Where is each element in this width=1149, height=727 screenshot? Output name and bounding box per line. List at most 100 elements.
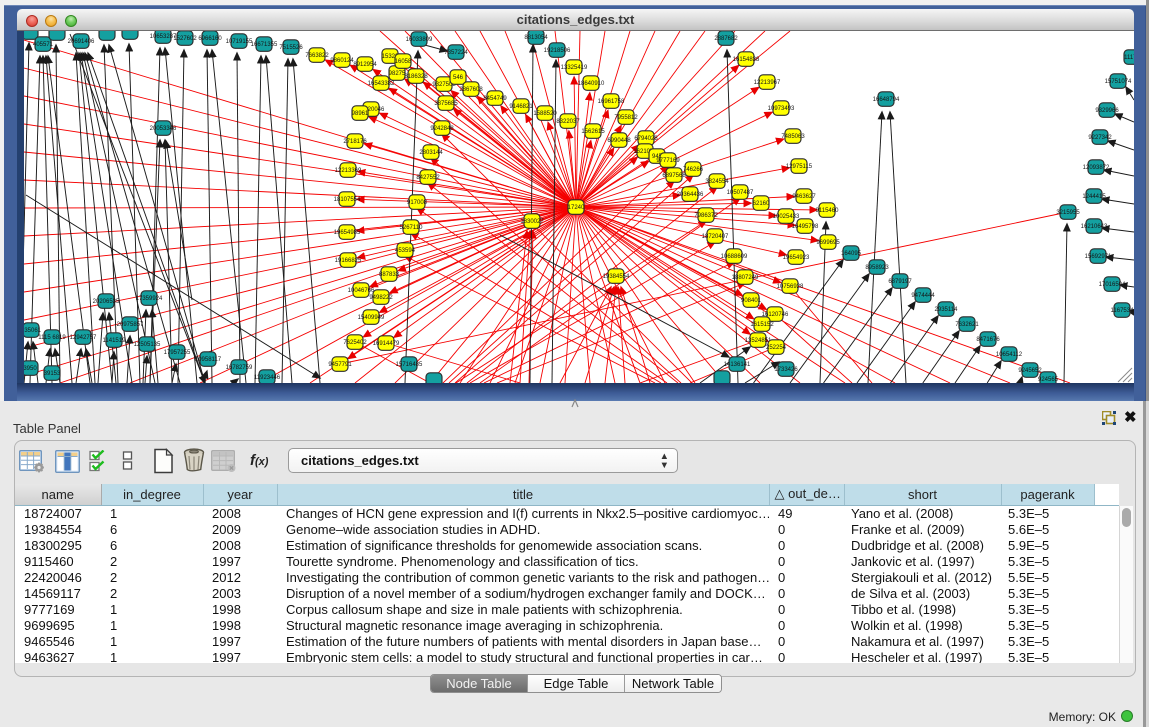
svg-text:7955812: 7955812	[614, 115, 638, 121]
svg-text:3215955: 3215955	[1056, 210, 1080, 216]
svg-text:7986372: 7986372	[694, 213, 718, 219]
svg-text:16033809: 16033809	[406, 37, 433, 43]
svg-text:9146821: 9146821	[509, 104, 533, 110]
svg-text:9474444: 9474444	[911, 293, 935, 299]
svg-text:10958117: 10958117	[195, 357, 222, 363]
svg-text:3950: 3950	[24, 366, 37, 372]
svg-text:16961758: 16961758	[598, 99, 625, 105]
svg-text:1588520: 1588520	[533, 111, 557, 117]
svg-text:8322037: 8322037	[556, 119, 580, 125]
svg-text:16782759: 16782759	[226, 365, 253, 371]
svg-text:453594: 453594	[395, 248, 416, 254]
svg-text:7515526: 7515526	[279, 45, 303, 51]
svg-text:19654985: 19654985	[334, 230, 361, 236]
svg-text:917008: 917008	[407, 200, 428, 206]
svg-text:18720407: 18720407	[702, 234, 729, 240]
svg-text:15409949: 15409949	[358, 315, 385, 321]
svg-text:252254: 252254	[766, 345, 787, 351]
svg-text:16495798: 16495798	[792, 224, 819, 230]
svg-text:62160: 62160	[753, 201, 770, 207]
svg-text:9457791: 9457791	[328, 362, 352, 368]
svg-text:12213967: 12213967	[754, 80, 781, 86]
svg-text:39153: 39153	[44, 371, 61, 377]
svg-text:6966160: 6966160	[198, 36, 222, 42]
svg-text:10046766: 10046766	[348, 288, 375, 294]
svg-text:9699695: 9699695	[816, 240, 840, 246]
svg-text:8912954: 8912954	[353, 62, 377, 68]
svg-text:14136141: 14136141	[724, 362, 751, 368]
svg-text:10719155: 10719155	[226, 39, 253, 45]
svg-text:9329966: 9329966	[1095, 108, 1119, 114]
svg-text:9463627: 9463627	[792, 194, 816, 200]
svg-text:20206535: 20206535	[93, 299, 120, 305]
svg-text:20975857: 20975857	[117, 322, 144, 328]
svg-text:164095: 164095	[841, 251, 862, 257]
svg-text:10654112: 10654112	[996, 352, 1023, 358]
svg-text:8454749: 8454749	[483, 96, 507, 102]
svg-text:12942757: 12942757	[70, 335, 97, 341]
svg-text:20053346: 20053346	[150, 126, 177, 132]
svg-text:9245652: 9245652	[1018, 368, 1042, 374]
svg-text:1562615: 1562615	[581, 129, 605, 135]
svg-text:3824554: 3824554	[705, 179, 729, 185]
svg-text:6794028: 6794028	[634, 136, 658, 142]
svg-text:10973493: 10973493	[768, 106, 795, 112]
svg-text:17957255: 17957255	[164, 350, 191, 356]
svg-text:13325419: 13325419	[561, 65, 588, 71]
svg-text:18807249: 18807249	[732, 275, 759, 281]
svg-text:16058: 16058	[395, 59, 412, 65]
svg-text:11923446: 11923446	[254, 375, 281, 381]
svg-text:10688609: 10688609	[721, 254, 748, 260]
svg-text:887833: 887833	[379, 272, 400, 278]
svg-text:16914479: 16914479	[373, 341, 400, 347]
svg-text:9115460: 9115460	[816, 208, 840, 214]
svg-text:9777169: 9777169	[656, 158, 680, 164]
svg-text:7485063: 7485063	[781, 134, 805, 140]
svg-text:15716485: 15716485	[396, 362, 423, 368]
svg-text:8958923: 8958923	[865, 265, 889, 271]
svg-text:9860124: 9860124	[330, 58, 354, 64]
svg-text:11172: 11172	[1124, 55, 1134, 61]
svg-text:15751074: 15751074	[1105, 79, 1132, 85]
svg-text:10507487: 10507487	[727, 190, 754, 196]
svg-text:16671355: 16671355	[251, 42, 278, 48]
svg-text:17240: 17240	[568, 205, 585, 211]
svg-text:12093872: 12093872	[1083, 165, 1110, 171]
svg-text:2867608: 2867608	[459, 87, 483, 93]
svg-text:20364436: 20364436	[677, 192, 704, 198]
svg-text:6897568: 6897568	[662, 173, 686, 179]
svg-text:1733426: 1733426	[774, 367, 798, 373]
svg-text:19166825: 19166825	[335, 258, 362, 264]
svg-text:16543382: 16543382	[368, 81, 395, 87]
svg-text:2887682: 2887682	[714, 36, 738, 42]
svg-text:546: 546	[453, 75, 464, 81]
svg-text:9242848: 9242848	[430, 126, 454, 132]
svg-text:8813054: 8813054	[524, 35, 548, 41]
svg-text:2803144: 2803144	[419, 150, 443, 156]
svg-text:1527602: 1527602	[173, 36, 197, 42]
svg-text:17016504: 17016504	[1099, 282, 1126, 288]
svg-text:5267110: 5267110	[400, 225, 424, 231]
svg-text:12213369: 12213369	[335, 168, 362, 174]
svg-text:15692971: 15692971	[1085, 254, 1112, 260]
svg-text:9227342: 9227342	[1088, 135, 1112, 141]
svg-text:3875685: 3875685	[434, 101, 458, 107]
svg-text:6879197: 6879197	[888, 279, 912, 285]
svg-text:18640910: 18640910	[578, 81, 605, 87]
svg-text:6990448: 6990448	[607, 138, 631, 144]
svg-text:908401: 908401	[741, 298, 762, 304]
svg-text:7625402: 7625402	[343, 340, 367, 346]
svg-text:17359924: 17359924	[136, 296, 163, 302]
svg-text:1167534: 1167534	[1111, 308, 1134, 314]
svg-text:18107554: 18107554	[334, 197, 361, 203]
svg-text:1615152: 1615152	[750, 322, 774, 328]
svg-text:10025433: 10025433	[773, 214, 800, 220]
svg-text:2935114: 2935114	[935, 307, 959, 313]
svg-text:98961: 98961	[352, 111, 369, 117]
svg-text:9498222: 9498222	[369, 295, 393, 301]
svg-text:16154838: 16154838	[733, 57, 760, 63]
svg-text:12505135: 12505135	[134, 342, 161, 348]
svg-text:20691406: 20691406	[68, 39, 95, 45]
svg-text:10756928: 10756928	[777, 284, 804, 290]
svg-text:19218506: 19218506	[544, 48, 571, 54]
